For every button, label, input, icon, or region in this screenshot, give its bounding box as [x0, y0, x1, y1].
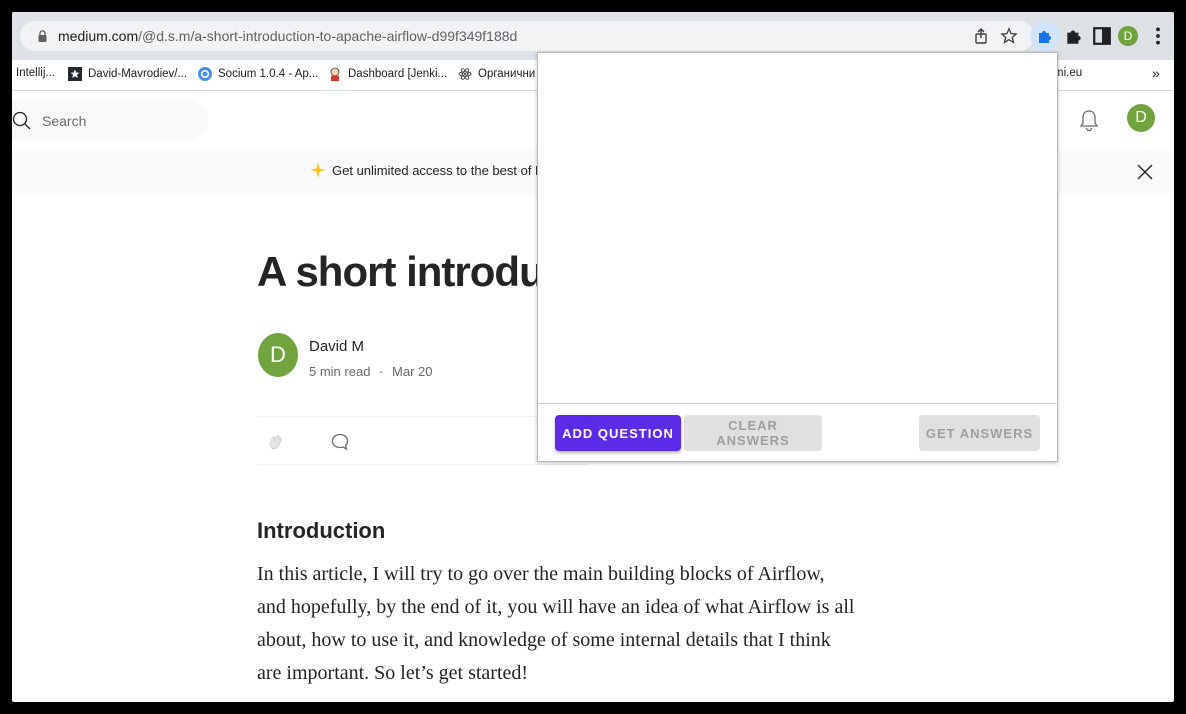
- section-heading: Introduction: [257, 518, 386, 543]
- star-icon[interactable]: [1000, 27, 1018, 45]
- bookmark-label: Intellij...: [16, 67, 55, 79]
- close-icon[interactable]: [1136, 163, 1154, 181]
- bookmark-label: Органични: [478, 68, 536, 80]
- search-icon: [12, 111, 31, 130]
- extension-popup: ADD QUESTION CLEAR ANSWERS GET ANSWERS: [537, 52, 1058, 462]
- star-square-icon: [68, 67, 82, 81]
- add-question-button[interactable]: ADD QUESTION: [555, 415, 681, 451]
- lock-icon: [38, 30, 47, 42]
- author-avatar[interactable]: D: [258, 333, 298, 377]
- socium-icon: [198, 67, 212, 81]
- comment-icon[interactable]: [330, 432, 350, 452]
- read-time: 5 min read: [309, 364, 371, 379]
- bell-icon[interactable]: [1078, 108, 1100, 132]
- bookmark-label: David-Mavrodiev/...: [88, 68, 188, 80]
- atom-icon: [458, 68, 472, 80]
- jenkins-icon: [330, 67, 340, 81]
- share-icon[interactable]: [972, 27, 990, 45]
- url-host: medium.com: [58, 28, 139, 44]
- author-name[interactable]: David M: [309, 338, 364, 355]
- bookmark-item[interactable]: Intellij...: [16, 67, 55, 79]
- clap-icon[interactable]: [264, 431, 286, 453]
- clear-answers-button[interactable]: CLEAR ANSWERS: [684, 415, 822, 451]
- article-meta: 5 min read · Mar 20: [309, 364, 432, 379]
- bookmark-label: mi.eu: [1054, 67, 1083, 79]
- bookmark-item[interactable]: Органични: [458, 67, 535, 81]
- get-answers-button[interactable]: GET ANSWERS: [919, 415, 1040, 451]
- puzzle-extension-icon: [1039, 31, 1051, 43]
- bookmark-label: Socium 1.0.4 - Ap...: [218, 68, 319, 80]
- meta-separator: ·: [379, 364, 384, 379]
- user-avatar[interactable]: D: [1127, 104, 1155, 132]
- bookmark-item[interactable]: David-Mavrodiev/...: [68, 67, 187, 81]
- active-extension-button[interactable]: [1030, 21, 1060, 51]
- search-input[interactable]: Search: [42, 113, 86, 129]
- bookmark-item[interactable]: Dashboard [Jenki...: [328, 67, 447, 81]
- side-panel-icon[interactable]: [1092, 26, 1112, 46]
- browser-window: medium.com/@d.s.m/a-short-introduction-t…: [12, 12, 1174, 702]
- publish-date: Mar 20: [392, 364, 433, 379]
- popup-divider: [538, 403, 1057, 404]
- sparkle-icon: [310, 162, 326, 178]
- bookmark-item[interactable]: mi.eu: [1054, 67, 1082, 79]
- kebab-menu-icon[interactable]: [1148, 26, 1168, 46]
- url-text[interactable]: medium.com/@d.s.m/a-short-introduction-t…: [58, 28, 517, 44]
- article-paragraph: In this article, I will try to go over t…: [257, 563, 855, 684]
- profile-avatar[interactable]: D: [1118, 26, 1138, 46]
- banner-text[interactable]: Get unlimited access to the best of Me: [332, 163, 553, 178]
- bookmark-item[interactable]: Socium 1.0.4 - Ap...: [198, 67, 318, 81]
- divider: [257, 464, 587, 465]
- extensions-puzzle-icon[interactable]: [1064, 26, 1084, 46]
- bookmark-label: Dashboard [Jenki...: [348, 68, 448, 80]
- address-bar[interactable]: medium.com/@d.s.m/a-short-introduction-t…: [20, 21, 1034, 51]
- url-path: /@d.s.m/a-short-introduction-to-apache-a…: [138, 28, 518, 44]
- bookmarks-overflow-button[interactable]: »: [1152, 65, 1160, 81]
